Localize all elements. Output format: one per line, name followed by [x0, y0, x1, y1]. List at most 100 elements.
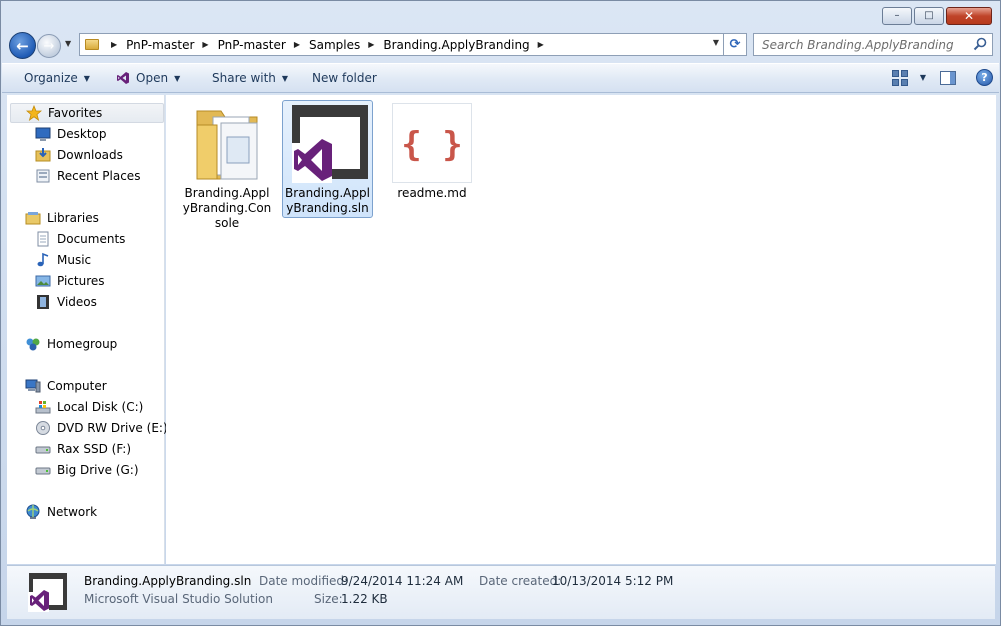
svg-text:{ }: { } — [401, 125, 462, 165]
sidebar-item-label: Network — [47, 505, 98, 519]
details-pane: Branding.ApplyBranding.sln Microsoft Vis… — [7, 565, 995, 619]
sidebar-item-label: Local Disk (C:) — [57, 400, 144, 414]
sidebar-item-label: Pictures — [57, 274, 105, 288]
sidebar-item-downloads[interactable]: Downloads — [35, 145, 123, 165]
homegroup-icon — [25, 336, 41, 352]
share-with-label: Share with — [212, 71, 276, 85]
libraries-icon — [25, 210, 41, 226]
date-created-value: 10/13/2014 5:12 PM — [552, 574, 674, 588]
breadcrumb-root-arrow[interactable]: ▶ — [103, 40, 126, 49]
star-icon — [26, 105, 42, 121]
search-box[interactable] — [753, 33, 993, 56]
sidebar-item-label: Desktop — [57, 127, 107, 141]
organize-label: Organize — [24, 71, 78, 85]
file-item-folder[interactable]: Branding.ApplyBranding.Console — [182, 101, 272, 231]
minimize-icon: – — [894, 10, 900, 21]
sidebar-item-recent-places[interactable]: Recent Places — [35, 166, 140, 186]
toolbar-right-group: ▼ ? — [891, 69, 993, 86]
recent-places-icon — [35, 168, 51, 184]
sidebar-item-dvd-drive[interactable]: DVD RW Drive (E:) — [35, 418, 168, 438]
breadcrumb-item[interactable]: Branding.ApplyBranding ▶ — [383, 38, 552, 52]
sidebar-item-libraries[interactable]: Libraries — [25, 208, 99, 228]
breadcrumb-label: PnP-master — [126, 37, 195, 52]
file-item-solution[interactable]: Branding.ApplyBranding.sln — [282, 100, 373, 218]
folder-icon — [85, 39, 99, 50]
sidebar-item-label: Homegroup — [47, 337, 118, 351]
forward-button[interactable]: → — [37, 34, 61, 58]
breadcrumb-item[interactable]: PnP-master ▶ — [126, 38, 217, 52]
help-icon[interactable]: ? — [976, 69, 993, 86]
explorer-window: – □ ✕ ← → ▼ ▶ PnP-master ▶ PnP-master ▶ — [0, 0, 1001, 626]
address-history-dropdown[interactable]: ▼ — [713, 38, 719, 47]
chevron-right-icon[interactable]: ▶ — [368, 40, 374, 49]
refresh-button[interactable]: ⟳ — [723, 33, 747, 56]
dvd-drive-icon — [35, 420, 51, 436]
view-options-dropdown[interactable]: ▼ — [920, 73, 926, 82]
navigation-bar: ← → ▼ ▶ PnP-master ▶ PnP-master ▶ Sample… — [7, 31, 995, 59]
address-bar[interactable]: ▶ PnP-master ▶ PnP-master ▶ Samples ▶ Br… — [79, 33, 724, 56]
sidebar-item-computer[interactable]: Computer — [25, 376, 107, 396]
open-button[interactable]: Open ▼ — [116, 71, 180, 85]
search-input[interactable] — [762, 37, 967, 52]
change-view-icon[interactable] — [891, 69, 908, 86]
sidebar-item-label: Rax SSD (F:) — [57, 442, 132, 456]
size-label: Size: — [314, 592, 343, 606]
chevron-right-icon[interactable]: ▶ — [202, 40, 208, 49]
chevron-down-icon[interactable]: ▼ — [174, 74, 180, 83]
sidebar-item-label: Recent Places — [57, 169, 141, 183]
close-button[interactable]: ✕ — [946, 7, 992, 25]
music-icon — [35, 252, 51, 268]
sidebar-item-network[interactable]: Network — [25, 502, 97, 522]
date-modified-label: Date modified: — [259, 574, 349, 588]
computer-icon — [25, 378, 41, 394]
date-created-label: Date created: — [479, 574, 562, 588]
hard-drive-icon — [35, 462, 51, 478]
visual-studio-solution-icon — [288, 103, 368, 183]
sidebar-item-label: Downloads — [57, 148, 123, 162]
folder-icon — [187, 103, 267, 183]
preview-pane-icon[interactable] — [940, 70, 956, 85]
windows-drive-icon — [35, 399, 51, 415]
file-name: Branding.ApplyBranding.Console — [182, 186, 272, 230]
file-name: Branding.ApplyBranding.sln — [285, 186, 370, 215]
caption-buttons: – □ ✕ — [880, 7, 992, 25]
sidebar-item-local-disk[interactable]: Local Disk (C:) — [35, 397, 143, 417]
pictures-icon — [35, 273, 51, 289]
recent-pages-dropdown[interactable]: ▼ — [65, 39, 71, 48]
back-arrow-icon: ← — [16, 36, 29, 55]
downloads-icon — [35, 147, 51, 163]
share-with-button[interactable]: Share with ▼ — [212, 71, 288, 85]
sidebar-item-homegroup[interactable]: Homegroup — [25, 334, 117, 354]
breadcrumb-label: Samples — [308, 37, 361, 52]
size-value: 1.22 KB — [341, 592, 388, 606]
sidebar-item-label: Libraries — [47, 211, 99, 225]
sidebar-item-label: Computer — [47, 379, 107, 393]
sidebar-item-favorites[interactable]: Favorites — [10, 103, 164, 123]
network-icon — [25, 504, 41, 520]
breadcrumb-item[interactable]: PnP-master ▶ — [218, 38, 309, 52]
sidebar-item-rax-ssd[interactable]: Rax SSD (F:) — [35, 439, 131, 459]
sidebar-item-big-drive[interactable]: Big Drive (G:) — [35, 460, 139, 480]
chevron-down-icon: ▼ — [83, 73, 90, 83]
chevron-right-icon[interactable]: ▶ — [294, 40, 300, 49]
sidebar-item-pictures[interactable]: Pictures — [35, 271, 105, 291]
search-icon[interactable] — [973, 37, 987, 51]
close-icon: ✕ — [963, 9, 975, 23]
back-button[interactable]: ← — [9, 32, 36, 59]
file-item-readme[interactable]: { } readme.md — [387, 101, 477, 201]
file-name: readme.md — [397, 186, 467, 200]
sidebar-item-music[interactable]: Music — [35, 250, 91, 270]
details-file-name: Branding.ApplyBranding.sln — [84, 574, 252, 588]
maximize-button[interactable]: □ — [914, 7, 944, 25]
sidebar-item-desktop[interactable]: Desktop — [35, 124, 107, 144]
minimize-button[interactable]: – — [882, 7, 912, 25]
breadcrumb-item[interactable]: Samples ▶ — [309, 38, 383, 52]
breadcrumb-label: Branding.ApplyBranding — [383, 37, 530, 52]
videos-icon — [35, 294, 51, 310]
markdown-file-icon: { } — [392, 103, 472, 183]
chevron-right-icon[interactable]: ▶ — [538, 40, 544, 49]
organize-button[interactable]: Organize ▼ — [24, 71, 90, 85]
sidebar-item-documents[interactable]: Documents — [35, 229, 125, 249]
new-folder-button[interactable]: New folder — [312, 71, 377, 85]
sidebar-item-videos[interactable]: Videos — [35, 292, 97, 312]
